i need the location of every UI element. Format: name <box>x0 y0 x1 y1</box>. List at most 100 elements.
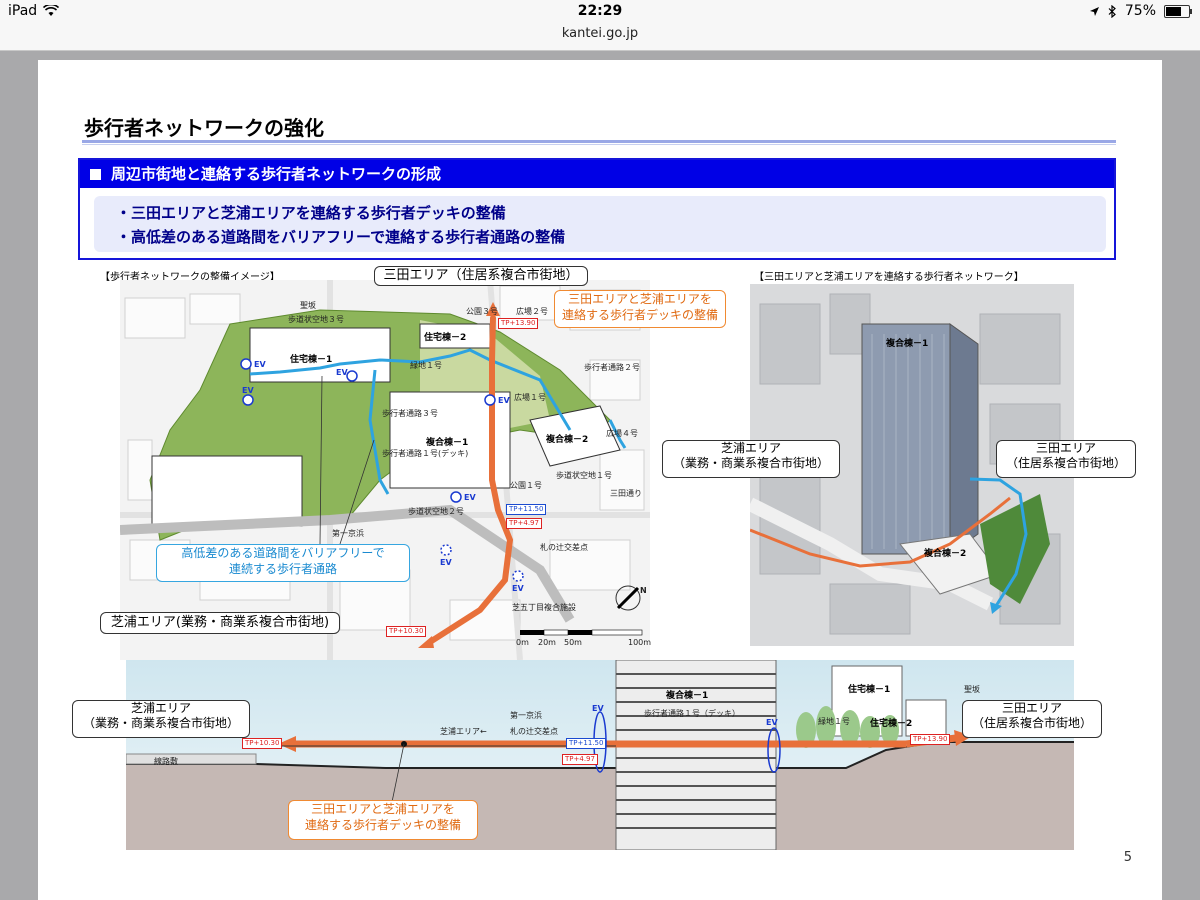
photo-caption: 【三田エリアと芝浦エリアを連絡する歩行者ネットワーク】 <box>754 272 1024 283</box>
label-hokou2: 歩行者通路２号 <box>584 363 640 372</box>
photo-shibaura-label-line1: 芝浦エリア <box>720 441 781 455</box>
summary-box-body: ・三田エリアと芝浦エリアを連絡する歩行者デッキの整備 ・高低差のある道路間をバリ… <box>94 196 1106 252</box>
section-ev-1: EV <box>592 704 604 713</box>
map-mita-area-label: 三田エリア（住居系複合市街地） <box>374 266 588 286</box>
building-residential-1: 住宅棟－1 <box>290 355 333 365</box>
section-deck-label: 歩行者通路１号（デッキ） <box>644 709 740 718</box>
site-map: 住宅棟－1 住宅棟－2 複合棟－1 複合棟－2 聖坂 歩道状空地３号 公園３号 … <box>119 279 652 661</box>
section-tp-11-50: TP+11.50 <box>566 738 607 749</box>
square-bullet-icon <box>90 169 101 180</box>
label-park1: 公園１号 <box>510 481 542 490</box>
label-plaza2: 広場２号 <box>516 307 548 316</box>
photo-mita-label-line2: （住居系複合市街地） <box>1005 456 1126 470</box>
section-residential-2: 住宅棟－2 <box>870 719 913 729</box>
photo-complex-1: 複合棟－1 <box>886 339 929 349</box>
summary-box: 周辺市街地と連絡する歩行者ネットワークの形成 ・三田エリアと芝浦エリアを連絡する… <box>78 158 1116 260</box>
status-bar: iPad 22:29 75% <box>0 0 1200 24</box>
tp-10-30: TP+10.30 <box>386 626 427 637</box>
section-daiichi-keihin: 第一京浜 <box>510 711 542 720</box>
tp-4-97: TP+4.97 <box>506 518 542 529</box>
photo-complex-2: 複合棟－2 <box>924 549 967 559</box>
tp-13-90: TP+13.90 <box>498 318 539 329</box>
address-bar[interactable]: kantei.go.jp <box>0 24 1200 51</box>
section-mita-label: 三田エリア （住居系複合市街地） <box>962 700 1102 738</box>
scale-20: 20m <box>538 638 556 647</box>
ev-marker-4: EV <box>464 493 476 502</box>
section-complex-1: 複合棟－1 <box>666 691 709 701</box>
scale-100: 100m <box>628 638 652 647</box>
map-barrier-callout: 高低差のある道路間をバリアフリーで 連続する歩行者通路 <box>156 544 410 582</box>
scale-50: 50m <box>564 638 582 647</box>
bullet-deck: ・三田エリアと芝浦エリアを連絡する歩行者デッキの整備 <box>116 204 506 222</box>
bullet-barrier-free: ・高低差のある道路間をバリアフリーで連絡する歩行者通路の整備 <box>116 228 566 246</box>
photo-mita-label: 三田エリア （住居系複合市街地） <box>996 440 1136 478</box>
slide-title: 歩行者ネットワークの強化 <box>84 116 324 140</box>
section-mita-label-line1: 三田エリア <box>1001 701 1062 715</box>
label-daiichi-keihin: 第一京浜 <box>332 529 364 538</box>
section-deck-callout-line2: 連絡する歩行者デッキの整備 <box>304 818 461 832</box>
label-seizaka: 聖坂 <box>300 301 316 310</box>
section-shibaura-label: 芝浦エリア （業務・商業系複合市街地） <box>72 700 250 738</box>
map-barrier-callout-line1: 高低差のある道路間をバリアフリーで <box>181 546 385 560</box>
map-barrier-callout-line2: 連続する歩行者通路 <box>228 562 337 576</box>
map-deck-callout-line2: 連絡する歩行者デッキの整備 <box>561 308 718 322</box>
slide-page: 歩行者ネットワークの強化 周辺市街地と連絡する歩行者ネットワークの形成 ・三田エ… <box>38 60 1162 900</box>
summary-heading-text: 周辺市街地と連絡する歩行者ネットワークの形成 <box>111 165 442 183</box>
label-green1: 緑地１号 <box>410 361 442 370</box>
clock: 22:29 <box>577 3 623 19</box>
title-underline-thin <box>82 144 1116 145</box>
north-label: N <box>640 586 647 595</box>
section-ev-2: EV <box>766 718 778 727</box>
section-mita-label-line2: （住居系複合市街地） <box>971 716 1092 730</box>
url-text[interactable]: kantei.go.jp <box>0 26 1200 41</box>
battery-percent: 75% <box>1124 3 1156 19</box>
label-hokou1: 歩行者通路１号(デッキ) <box>382 449 469 458</box>
ev-marker-7: EV <box>512 584 524 593</box>
ev-marker-1: EV <box>254 360 266 369</box>
section-residential-1: 住宅棟－1 <box>848 685 891 695</box>
section-shibaura-label-line2: （業務・商業系複合市街地） <box>82 716 239 730</box>
scale-0: 0m <box>516 638 529 647</box>
map-deck-callout: 三田エリアと芝浦エリアを 連絡する歩行者デッキの整備 <box>554 290 726 328</box>
label-mita-dori: 三田通り <box>610 489 642 498</box>
section-rail: 線路敷 <box>154 757 178 766</box>
summary-box-heading: 周辺市街地と連絡する歩行者ネットワークの形成 <box>80 160 1114 188</box>
bluetooth-icon <box>1108 4 1116 18</box>
map-shibaura-area-label: 芝浦エリア(業務・商業系複合市街地) <box>100 612 340 634</box>
label-hokou3: 歩行者通路３号 <box>382 409 438 418</box>
building-complex-2: 複合棟－2 <box>546 435 589 445</box>
section-green1: 緑地１号 <box>818 717 850 726</box>
section-tp-13-90: TP+13.90 <box>910 734 951 745</box>
ev-marker-2: EV <box>336 368 348 377</box>
page-number: 5 <box>1123 850 1132 865</box>
photo-shibaura-label-line2: （業務・商業系複合市街地） <box>672 456 829 470</box>
building-complex-1: 複合棟－1 <box>426 438 469 448</box>
label-plaza1: 広場１号 <box>514 393 546 402</box>
status-right: 75% <box>1089 3 1192 19</box>
photo-shibaura-label: 芝浦エリア （業務・商業系複合市街地） <box>662 440 840 478</box>
label-hodo2: 歩道状空地２号 <box>408 507 464 516</box>
label-hodo1: 歩道状空地１号 <box>556 471 612 480</box>
ev-marker-6: EV <box>440 558 452 567</box>
section-shibaura-label-line1: 芝浦エリア <box>130 701 191 715</box>
section-tp-10-30: TP+10.30 <box>242 738 283 749</box>
label-fuda-no-tsuji: 札の辻交差点 <box>540 543 588 552</box>
section-shibaura-area: 芝浦エリア← <box>440 727 487 736</box>
label-park3: 公園３号 <box>466 307 498 316</box>
map-deck-callout-line1: 三田エリアと芝浦エリアを <box>568 292 712 306</box>
cross-section: 複合棟－1 住宅棟－1 住宅棟－2 歩行者通路１号（デッキ） 芝浦エリア← 第一… <box>125 659 1074 851</box>
label-plaza4: 広場４号 <box>606 429 638 438</box>
building-residential-2: 住宅棟－2 <box>424 333 467 343</box>
battery-icon <box>1164 4 1192 18</box>
title-underline <box>82 140 1116 143</box>
section-deck-callout-line1: 三田エリアと芝浦エリアを <box>311 802 455 816</box>
cross-section-drawing <box>125 659 1074 851</box>
tp-11-50: TP+11.50 <box>506 504 547 515</box>
photo-mita-label-line1: 三田エリア <box>1035 441 1096 455</box>
ev-marker-3: EV <box>498 396 510 405</box>
label-hodo3: 歩道状空地３号 <box>288 315 344 324</box>
ev-marker-5: EV <box>242 386 254 395</box>
section-fuda-no-tsuji: 札の辻交差点 <box>510 727 558 736</box>
section-seizaka: 聖坂 <box>964 685 980 694</box>
section-tp-4-97: TP+4.97 <box>562 754 598 765</box>
